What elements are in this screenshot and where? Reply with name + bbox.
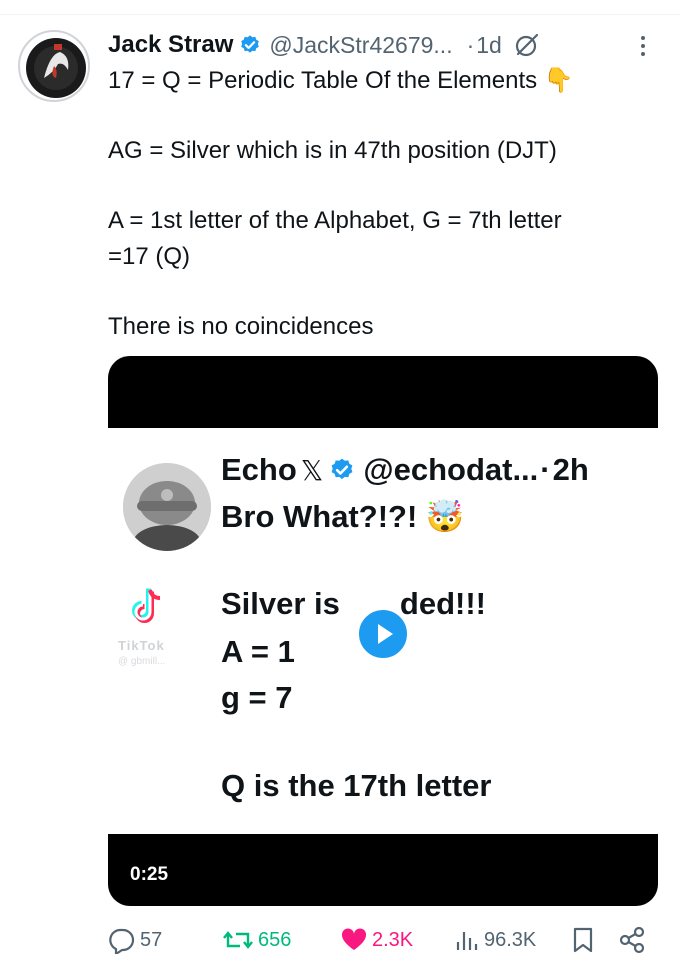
reply-count: 57 (140, 928, 163, 951)
reply-button[interactable]: 57 (108, 922, 162, 958)
play-button[interactable] (355, 606, 411, 662)
like-count: 2.3K (372, 928, 414, 951)
repost-icon (223, 931, 253, 949)
tweet-text-line: There is no coincidences (108, 313, 374, 340)
tiktok-watermark-handle: @ gbmill... (118, 656, 166, 667)
heart-icon (341, 928, 367, 950)
quoted-text-segment: Silver is (221, 586, 340, 621)
quoted-text-line: g = 7 (221, 680, 293, 715)
tweet-header: Jack Straw @JackStr42679... · 1d (108, 28, 540, 62)
tweet-text-line: AG = Silver which is in 47th position (D… (108, 137, 557, 164)
tiktok-icon (132, 588, 161, 623)
views-button[interactable]: 96.3K (454, 922, 536, 958)
quoted-text-line: Q is the 17th letter (221, 768, 492, 803)
video-duration: 0:25 (130, 864, 169, 885)
more-vertical-icon[interactable] (636, 34, 650, 58)
quoted-name: Echo (221, 452, 297, 487)
views-count: 96.3K (484, 928, 537, 951)
share-button[interactable] (618, 922, 650, 958)
quoted-text-line: Bro What?!?! 🤯 (221, 499, 465, 534)
tweet-text-line: =17 (Q) (108, 243, 191, 270)
verified-badge-icon (331, 458, 353, 479)
bookmark-button[interactable] (570, 922, 600, 958)
share-icon (619, 926, 645, 954)
tweet-time[interactable]: 1d (476, 32, 502, 59)
play-icon (378, 624, 393, 644)
tiktok-watermark: TikTok (118, 638, 165, 653)
quoted-handle: @echodat... (363, 452, 539, 487)
video-player[interactable]: Echo 𝕏 @echodat... · 2h Bro What?!?! 🤯 T… (108, 356, 658, 906)
grok-icon[interactable] (514, 32, 540, 58)
repost-count: 656 (258, 928, 292, 951)
quoted-separator: · (540, 452, 551, 487)
quoted-time: 2h (552, 452, 589, 487)
quoted-text-line: A = 1 (221, 634, 295, 669)
tweet-text-line: A = 1st letter of the Alphabet, G = 7th … (108, 207, 562, 234)
views-icon (456, 932, 478, 950)
author-handle[interactable]: @JackStr42679... (269, 32, 452, 59)
author-name[interactable]: Jack Straw (108, 31, 233, 59)
bookmark-icon (573, 927, 593, 953)
quoted-header: Echo 𝕏 @echodat... · 2h (221, 452, 589, 488)
tweet-text-line: 17 = Q = Periodic Table Of the Elements … (108, 67, 574, 94)
action-bar: 57 656 2.3K 96.3K (0, 922, 680, 958)
x-logo-icon: 𝕏 (300, 454, 324, 486)
top-divider (0, 14, 680, 15)
quoted-text-segment: ded!!! (399, 586, 487, 621)
author-avatar-image (26, 38, 86, 98)
reply-icon (109, 928, 135, 954)
like-button[interactable]: 2.3K (340, 922, 413, 958)
repost-button[interactable]: 656 (222, 922, 291, 958)
author-avatar[interactable] (18, 30, 90, 102)
time-separator: · (466, 31, 475, 58)
quoted-text-line: Silver is ded!!! (221, 586, 486, 622)
quoted-avatar (123, 463, 211, 551)
verified-badge-icon (241, 35, 260, 53)
